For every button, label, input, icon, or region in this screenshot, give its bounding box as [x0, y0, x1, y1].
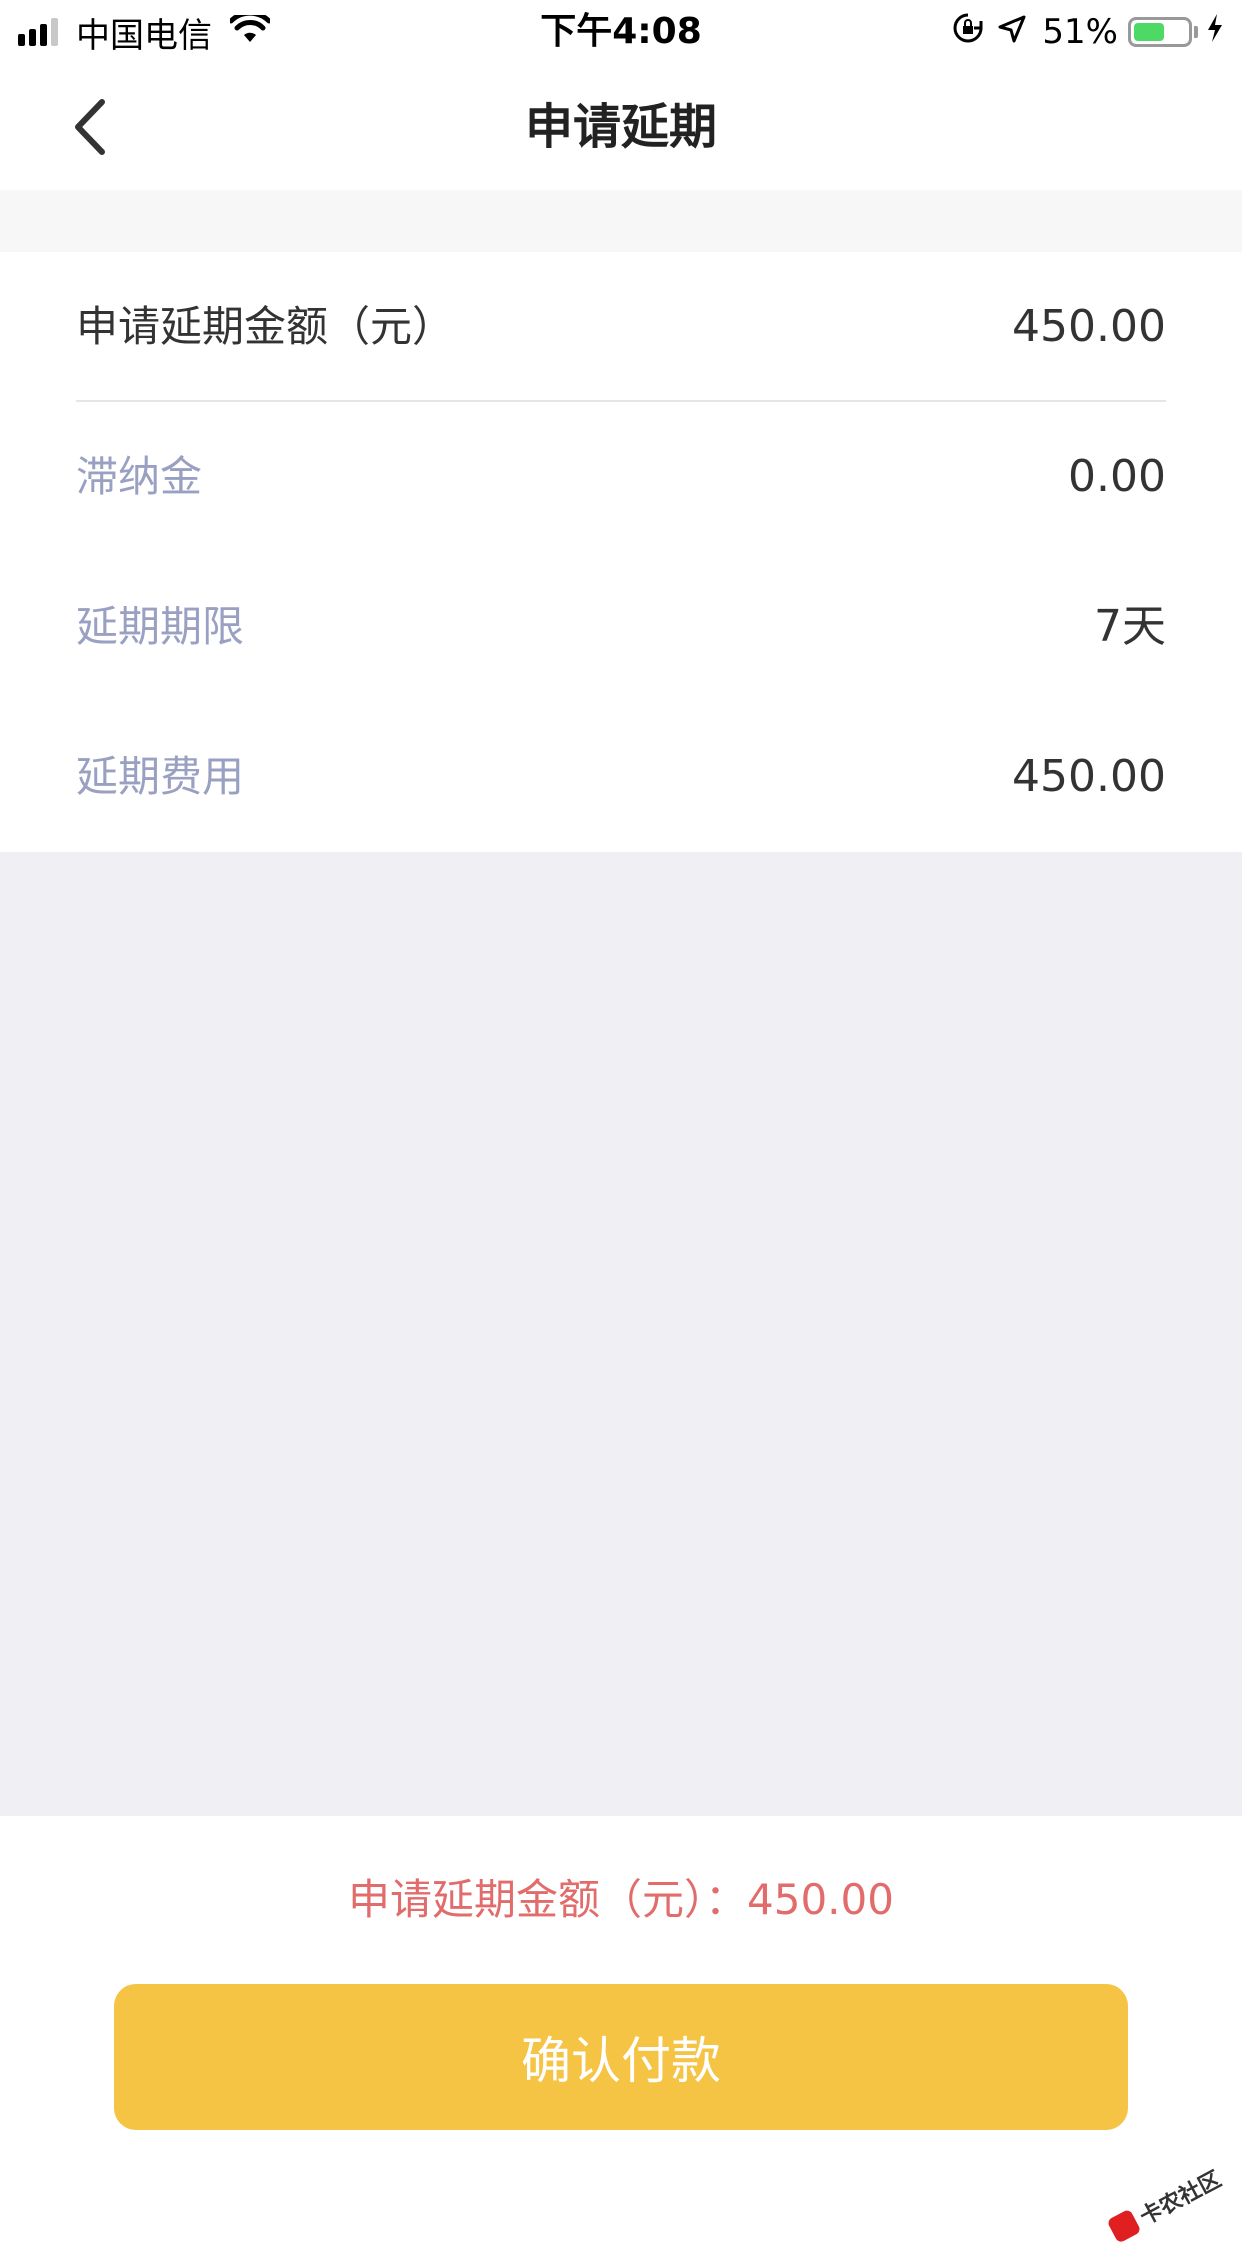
battery-percent: 51%: [1042, 12, 1118, 52]
amount-row: 申请延期金额（元） 450.00: [76, 252, 1166, 402]
term-row: 延期期限 7天: [76, 552, 1166, 702]
summary-text: 申请延期金额（元）：450.00: [348, 1875, 894, 1924]
extension-details-card: 申请延期金额（元） 450.00 滞纳金 0.00 延期期限 7天 延期费用 4…: [0, 252, 1242, 852]
section-spacer: [0, 190, 1242, 252]
term-value: 7天: [1094, 601, 1166, 652]
confirm-payment-button[interactable]: 确认付款: [114, 1984, 1128, 2130]
fee-label: 延期费用: [76, 752, 245, 801]
orientation-lock-icon: [952, 12, 984, 53]
battery-icon: [1128, 17, 1192, 47]
battery-tip: [1194, 26, 1198, 38]
late-fee-label: 滞纳金: [76, 452, 203, 501]
late-fee-row: 滞纳金 0.00: [76, 402, 1166, 552]
amount-value: 450.00: [1012, 301, 1166, 352]
location-icon: [998, 12, 1026, 52]
fee-row: 延期费用 450.00: [76, 702, 1166, 852]
amount-label: 申请延期金额（元）: [76, 302, 455, 351]
fee-value: 450.00: [1012, 751, 1166, 802]
watermark-logo-icon: [1106, 2208, 1142, 2244]
status-bar: 中国电信 下午4:08 51%: [0, 0, 1242, 64]
empty-area: [0, 852, 1242, 1816]
navigation-bar: 申请延期: [0, 64, 1242, 190]
late-fee-value: 0.00: [1068, 451, 1166, 502]
status-right: 51%: [952, 8, 1224, 56]
page-title: 申请延期: [524, 99, 717, 155]
term-label: 延期期限: [76, 602, 245, 651]
charging-icon: [1206, 12, 1224, 52]
footer: 申请延期金额（元）：450.00 确认付款: [0, 1816, 1242, 2208]
